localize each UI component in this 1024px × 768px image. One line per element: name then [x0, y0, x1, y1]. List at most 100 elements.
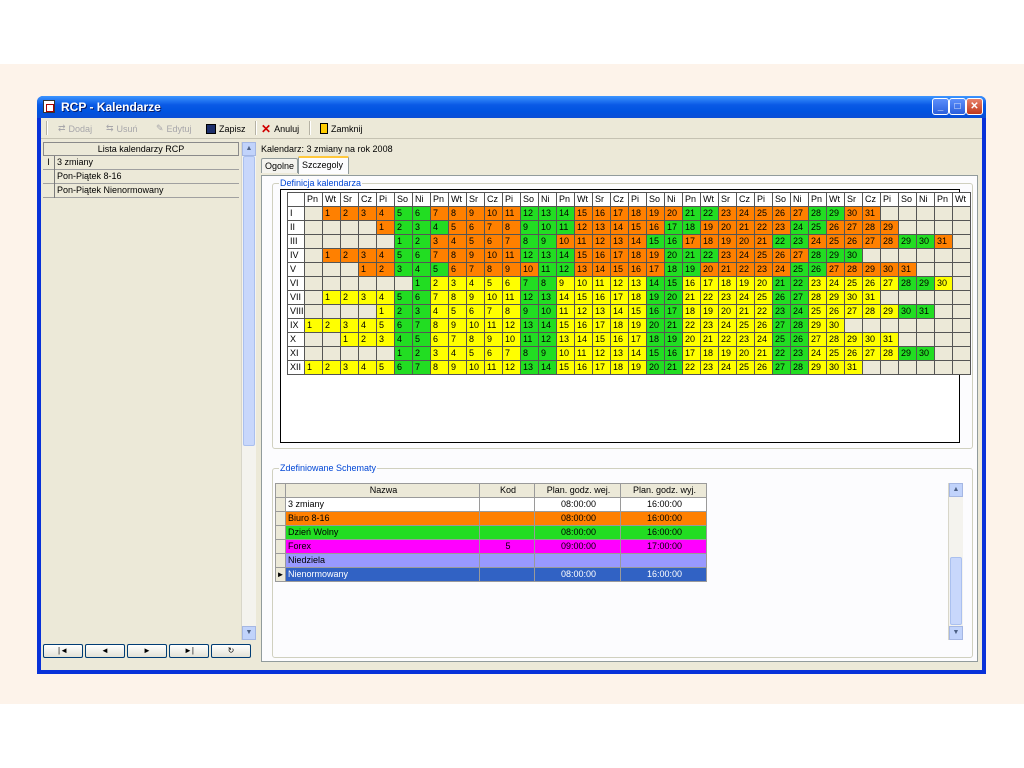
day-cell[interactable]: 12: [520, 206, 539, 221]
day-cell[interactable]: 11: [574, 234, 593, 249]
table-row[interactable]: Forex 5 09:00:00 17:00:00: [275, 539, 707, 554]
day-cell[interactable]: 30: [862, 332, 881, 347]
day-cell[interactable]: 27: [826, 262, 845, 277]
day-cell[interactable]: 30: [826, 318, 845, 333]
day-cell[interactable]: 5: [412, 332, 431, 347]
day-cell[interactable]: 5: [394, 248, 413, 263]
day-cell[interactable]: 3: [430, 346, 449, 361]
day-cell[interactable]: 15: [592, 332, 611, 347]
scheme-code-cell[interactable]: [479, 511, 535, 526]
day-cell[interactable]: 28: [880, 234, 899, 249]
day-cell[interactable]: 13: [592, 304, 611, 319]
day-cell[interactable]: 22: [700, 206, 719, 221]
day-cell[interactable]: 12: [574, 304, 593, 319]
day-cell[interactable]: 17: [592, 360, 611, 375]
day-cell[interactable]: 8: [538, 276, 557, 291]
day-cell[interactable]: 6: [430, 332, 449, 347]
day-cell[interactable]: 21: [682, 248, 701, 263]
planned-out-cell[interactable]: [620, 553, 707, 568]
day-cell[interactable]: 20: [754, 276, 773, 291]
day-cell[interactable]: 13: [520, 360, 539, 375]
planned-in-cell[interactable]: 08:00:00: [534, 567, 621, 582]
day-cell[interactable]: 14: [574, 332, 593, 347]
next-record-button[interactable]: ►: [127, 644, 167, 658]
day-cell[interactable]: 17: [610, 290, 629, 305]
day-cell[interactable]: 28: [790, 318, 809, 333]
day-cell[interactable]: 10: [466, 318, 485, 333]
planned-in-cell[interactable]: 08:00:00: [534, 511, 621, 526]
table-row[interactable]: ► Nienormowany 08:00:00 16:00:00: [275, 567, 707, 582]
day-cell[interactable]: 9: [538, 234, 557, 249]
day-cell[interactable]: 14: [556, 248, 575, 263]
day-cell[interactable]: 11: [484, 318, 503, 333]
close-window-button[interactable]: ✕: [966, 98, 983, 115]
day-cell[interactable]: 8: [430, 360, 449, 375]
day-cell[interactable]: 18: [628, 206, 647, 221]
scroll-up-arrow-icon[interactable]: ▲: [242, 142, 256, 156]
day-cell[interactable]: 31: [934, 234, 953, 249]
day-cell[interactable]: 6: [412, 290, 431, 305]
day-cell[interactable]: 12: [502, 360, 521, 375]
day-cell[interactable]: 9: [520, 304, 539, 319]
day-cell[interactable]: 2: [376, 262, 395, 277]
day-cell[interactable]: 14: [610, 304, 629, 319]
minimize-button[interactable]: _: [932, 98, 949, 115]
day-cell[interactable]: 9: [556, 276, 575, 291]
day-cell[interactable]: 2: [412, 234, 431, 249]
planned-out-cell[interactable]: 16:00:00: [620, 511, 707, 526]
day-cell[interactable]: 25: [772, 332, 791, 347]
day-cell[interactable]: 4: [376, 248, 395, 263]
add-button[interactable]: ⇄ Dodaj: [58, 122, 92, 135]
day-cell[interactable]: 19: [718, 346, 737, 361]
day-cell[interactable]: 23: [700, 360, 719, 375]
day-cell[interactable]: 14: [538, 318, 557, 333]
day-cell[interactable]: 9: [466, 248, 485, 263]
day-cell[interactable]: 1: [376, 304, 395, 319]
day-cell[interactable]: 24: [826, 276, 845, 291]
day-cell[interactable]: 17: [628, 332, 647, 347]
day-cell[interactable]: 5: [466, 234, 485, 249]
day-cell[interactable]: 10: [484, 206, 503, 221]
day-cell[interactable]: 27: [808, 332, 827, 347]
day-cell[interactable]: 17: [610, 248, 629, 263]
day-cell[interactable]: 27: [880, 276, 899, 291]
day-cell[interactable]: 8: [520, 346, 539, 361]
day-cell[interactable]: 24: [808, 346, 827, 361]
day-cell[interactable]: 11: [520, 332, 539, 347]
scheme-code-cell[interactable]: 5: [479, 539, 535, 554]
day-cell[interactable]: 21: [772, 276, 791, 291]
day-cell[interactable]: 29: [826, 206, 845, 221]
day-cell[interactable]: 21: [736, 304, 755, 319]
scheme-name-cell[interactable]: Forex: [285, 539, 480, 554]
day-cell[interactable]: 14: [610, 220, 629, 235]
day-cell[interactable]: 25: [826, 346, 845, 361]
day-cell[interactable]: 29: [826, 248, 845, 263]
day-cell[interactable]: 26: [772, 206, 791, 221]
scheme-name-cell[interactable]: Nienormowany: [285, 567, 480, 582]
day-cell[interactable]: 27: [772, 318, 791, 333]
day-cell[interactable]: 15: [646, 234, 665, 249]
day-cell[interactable]: 5: [394, 206, 413, 221]
day-cell[interactable]: 11: [502, 206, 521, 221]
day-cell[interactable]: 24: [736, 248, 755, 263]
planned-in-cell[interactable]: 08:00:00: [534, 497, 621, 512]
day-cell[interactable]: 7: [502, 234, 521, 249]
planned-in-cell[interactable]: [534, 553, 621, 568]
day-cell[interactable]: 31: [916, 304, 935, 319]
day-cell[interactable]: 19: [628, 360, 647, 375]
day-cell[interactable]: 13: [628, 276, 647, 291]
day-cell[interactable]: 22: [772, 346, 791, 361]
day-cell[interactable]: 16: [628, 262, 647, 277]
day-cell[interactable]: 11: [484, 360, 503, 375]
last-record-button[interactable]: ►|: [169, 644, 209, 658]
day-cell[interactable]: 15: [574, 206, 593, 221]
day-cell[interactable]: 10: [538, 220, 557, 235]
day-cell[interactable]: 7: [484, 220, 503, 235]
day-cell[interactable]: 26: [826, 220, 845, 235]
day-cell[interactable]: 27: [790, 248, 809, 263]
day-cell[interactable]: 21: [700, 332, 719, 347]
day-cell[interactable]: 17: [592, 318, 611, 333]
day-cell[interactable]: 1: [322, 206, 341, 221]
cancel-button[interactable]: ✕ Anuluj: [261, 122, 299, 136]
day-cell[interactable]: 6: [394, 318, 413, 333]
